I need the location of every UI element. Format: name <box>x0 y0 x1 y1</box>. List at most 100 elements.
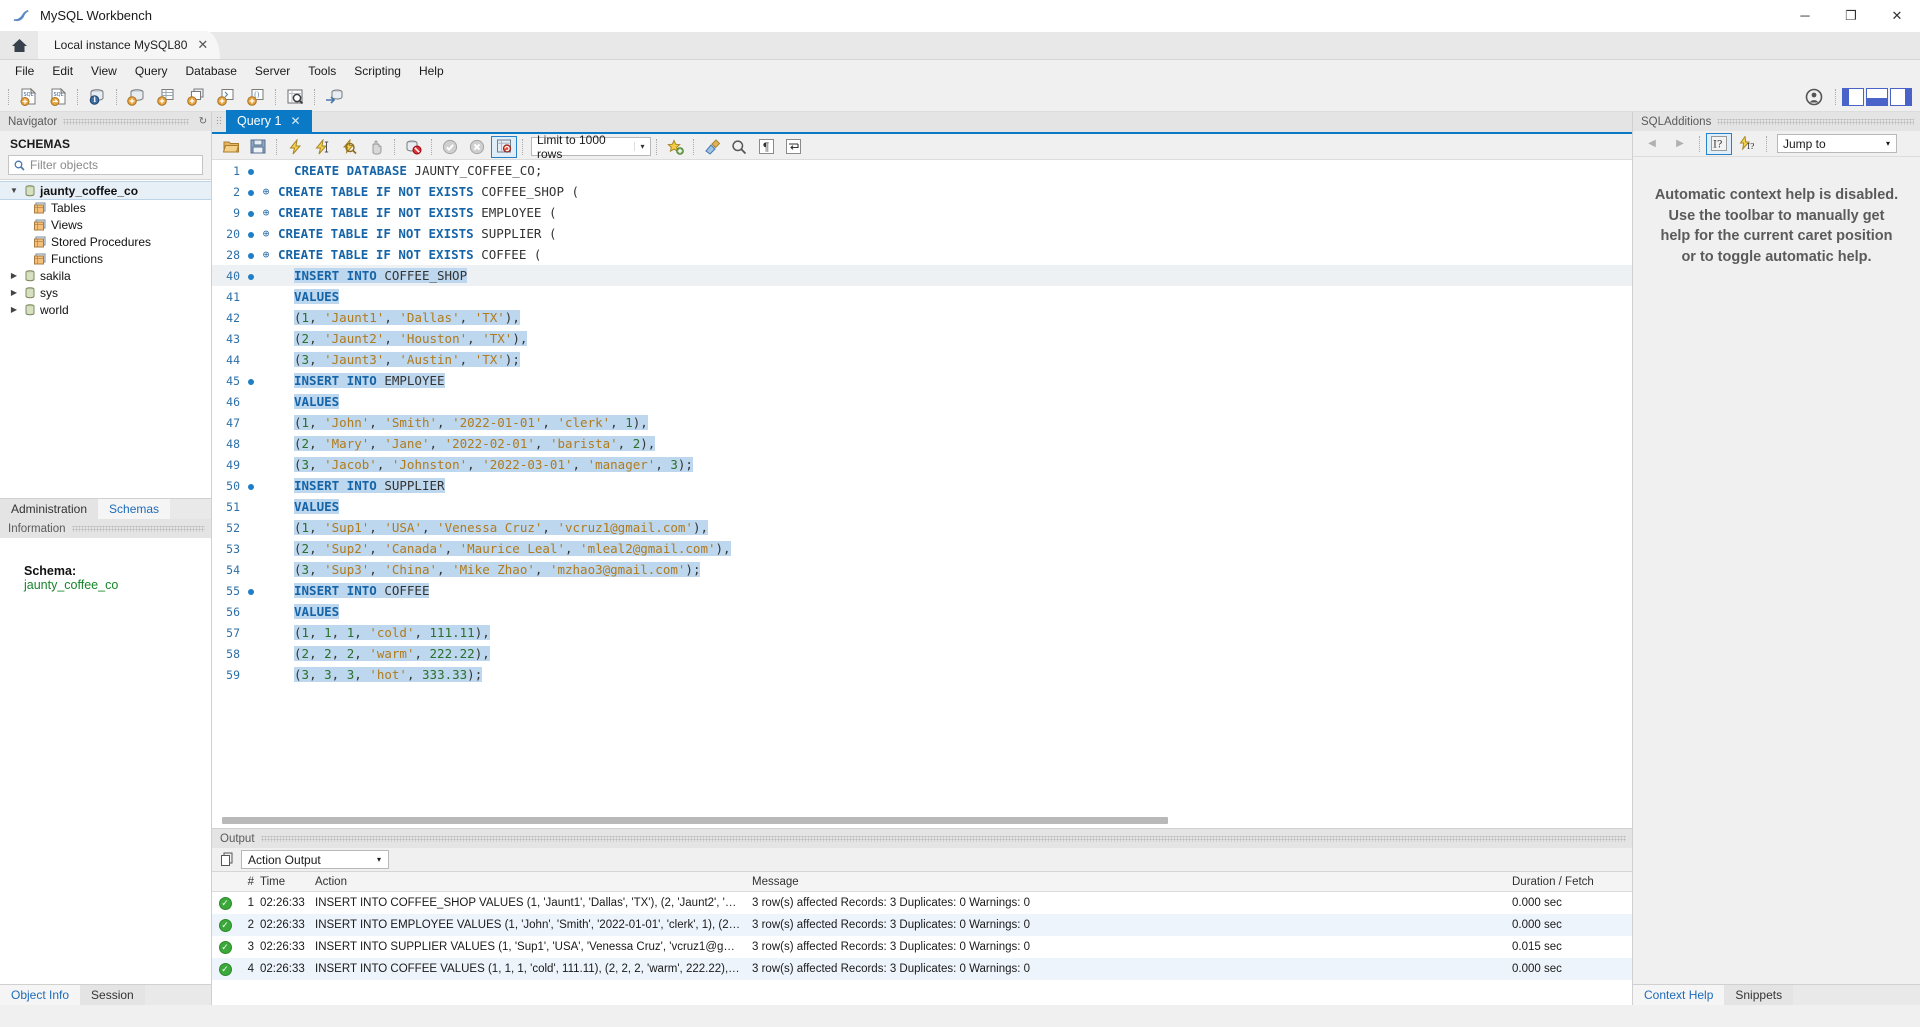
chevron-down-icon[interactable]: ▾ <box>1880 139 1896 148</box>
sql-code-editor[interactable]: 1 CREATE DATABASE JAUNTY_COFFEE_CO; 2 ⊕ CREA… <box>212 160 1632 829</box>
minimize-button[interactable]: ─ <box>1782 0 1828 32</box>
auto-context-help-icon[interactable]: I? <box>1734 133 1760 155</box>
editor-horizontal-scrollbar[interactable] <box>220 817 1632 826</box>
menu-scripting[interactable]: Scripting <box>345 62 410 80</box>
execute-statements-icon[interactable] <box>282 136 308 158</box>
code-line[interactable]: 56 VALUES <box>212 601 1632 622</box>
tree-item-stored-procedures[interactable]: Stored Procedures <box>0 233 211 250</box>
new-sql-tab-icon[interactable]: SQL <box>13 84 43 110</box>
user-account-icon[interactable] <box>1799 84 1829 110</box>
code-line[interactable]: 2 ⊕ CREATE TABLE IF NOT EXISTS COFFEE_SHOP… <box>212 181 1632 202</box>
statement-marker-icon[interactable] <box>244 184 258 199</box>
execute-current-statement-icon[interactable] <box>309 136 335 158</box>
scrollbar-thumb[interactable] <box>222 817 1169 824</box>
clear-query-icon[interactable] <box>699 136 725 158</box>
output-row[interactable]: ✓ 3 02:26:33 INSERT INTO SUPPLIER VALUES (1… <box>212 936 1632 958</box>
open-sql-script-icon[interactable]: SQL <box>43 84 73 110</box>
output-type-select[interactable]: Action Output ▾ <box>241 850 389 869</box>
code-line[interactable]: 54 (3, 'Sup3', 'China', 'Mike Zhao', 'mzh… <box>212 559 1632 580</box>
code-line[interactable]: 48 (2, 'Mary', 'Jane', '2022-02-01', 'bar… <box>212 433 1632 454</box>
tab-session[interactable]: Session <box>80 985 145 1005</box>
tab-context-help[interactable]: Context Help <box>1633 985 1725 1005</box>
jump-to-select[interactable]: Jump to ▾ <box>1777 134 1897 153</box>
maximize-button[interactable]: ❐ <box>1828 0 1874 32</box>
code-line[interactable]: 49 (3, 'Jacob', 'Johnston', '2022-03-01',… <box>212 454 1632 475</box>
code-line[interactable]: 42 (1, 'Jaunt1', 'Dallas', 'TX'), <box>212 307 1632 328</box>
code-line[interactable]: 43 (2, 'Jaunt2', 'Houston', 'TX'), <box>212 328 1632 349</box>
limit-rows-select[interactable]: Limit to 1000 rows ▾ <box>531 133 651 161</box>
beautify-query-icon[interactable] <box>662 136 688 158</box>
menu-file[interactable]: File <box>6 62 43 80</box>
statement-marker-icon[interactable] <box>244 163 258 178</box>
server-status-icon[interactable]: i <box>82 84 112 110</box>
action-output-table[interactable]: # Time Action Message Duration / Fetch ✓… <box>212 871 1632 1005</box>
close-icon[interactable]: ✕ <box>290 114 300 128</box>
refresh-icon[interactable]: ↻ <box>195 116 211 127</box>
menu-server[interactable]: Server <box>246 62 299 80</box>
chevron-right-icon[interactable]: ▶ <box>8 271 20 280</box>
statement-marker-icon[interactable] <box>244 268 258 283</box>
tab-local-instance-mysql80[interactable]: Local instance MySQL80 ✕ <box>38 31 221 59</box>
statement-marker-icon[interactable] <box>244 247 258 262</box>
new-view-icon[interactable] <box>181 84 211 110</box>
code-line[interactable]: 44 (3, 'Jaunt3', 'Austin', 'TX'); <box>212 349 1632 370</box>
code-line[interactable]: 53 (2, 'Sup2', 'Canada', 'Maurice Leal', … <box>212 538 1632 559</box>
new-procedure-icon[interactable] <box>211 84 241 110</box>
code-line[interactable]: 59 (3, 3, 3, 'hot', 333.33); <box>212 664 1632 685</box>
tree-item-sakila[interactable]: ▶ sakila <box>0 267 211 284</box>
reconnect-server-icon[interactable] <box>319 84 349 110</box>
tree-item-world[interactable]: ▶ world <box>0 301 211 318</box>
filter-objects-box[interactable]: Filter objects <box>8 155 203 175</box>
new-function-icon[interactable]: () <box>241 84 271 110</box>
output-row[interactable]: ✓ 4 02:26:33 INSERT INTO COFFEE VALUES (1, … <box>212 958 1632 980</box>
tab-administration[interactable]: Administration <box>0 499 99 519</box>
tabstrip-grip[interactable] <box>212 110 226 132</box>
search-data-icon[interactable] <box>280 84 310 110</box>
fold-expand-icon[interactable]: ⊕ <box>258 227 274 240</box>
output-row[interactable]: ✓ 2 02:26:33 INSERT INTO EMPLOYEE VALUES (1… <box>212 914 1632 936</box>
tab-object-info[interactable]: Object Info <box>0 985 81 1005</box>
statement-marker-icon[interactable] <box>244 583 258 598</box>
find-icon[interactable] <box>726 136 752 158</box>
code-line[interactable]: 41 VALUES <box>212 286 1632 307</box>
close-icon[interactable]: ✕ <box>197 37 208 53</box>
fold-expand-icon[interactable]: ⊕ <box>258 185 274 198</box>
chevron-down-icon[interactable]: ▼ <box>8 186 20 195</box>
toggle-stop-on-error-icon[interactable] <box>400 136 426 158</box>
copy-icon[interactable] <box>220 852 235 867</box>
open-script-icon[interactable] <box>218 136 244 158</box>
code-line[interactable]: 47 (1, 'John', 'Smith', '2022-01-01', 'cl… <box>212 412 1632 433</box>
output-row[interactable]: ✓ 1 02:26:33 INSERT INTO COFFEE_SHOP VALUES… <box>212 892 1632 914</box>
chevron-right-icon[interactable]: ▶ <box>8 305 20 314</box>
code-line[interactable]: 40 INSERT INTO COFFEE_SHOP <box>212 265 1632 286</box>
statement-marker-icon[interactable] <box>244 478 258 493</box>
close-button[interactable]: ✕ <box>1874 0 1920 32</box>
code-line[interactable]: 46 VALUES <box>212 391 1632 412</box>
menu-view[interactable]: View <box>82 62 126 80</box>
tree-item-jaunty-coffee-co[interactable]: ▼ jaunty_coffee_co <box>0 181 211 200</box>
code-line[interactable]: 20 ⊕ CREATE TABLE IF NOT EXISTS SUPPLIER ( <box>212 223 1632 244</box>
explain-statement-icon[interactable] <box>336 136 362 158</box>
statement-marker-icon[interactable] <box>244 373 258 388</box>
menu-edit[interactable]: Edit <box>43 62 82 80</box>
menu-query[interactable]: Query <box>126 62 177 80</box>
tree-item-tables[interactable]: Tables <box>0 199 211 216</box>
rollback-transaction-icon[interactable] <box>464 136 490 158</box>
code-line[interactable]: 52 (1, 'Sup1', 'USA', 'Venessa Cruz', 'vc… <box>212 517 1632 538</box>
menu-help[interactable]: Help <box>410 62 453 80</box>
wrap-lines-icon[interactable] <box>780 136 806 158</box>
code-line[interactable]: 9 ⊕ CREATE TABLE IF NOT EXISTS EMPLOYEE ( <box>212 202 1632 223</box>
commit-transaction-icon[interactable] <box>437 136 463 158</box>
toggle-autocommit-icon[interactable] <box>491 135 517 158</box>
home-tab[interactable] <box>0 31 38 59</box>
fold-expand-icon[interactable]: ⊕ <box>258 248 274 261</box>
forward-arrow-icon[interactable]: ▶ <box>1667 133 1693 155</box>
schema-tree[interactable]: ▼ jaunty_coffee_co Tables Views Stored P… <box>0 179 211 498</box>
toggle-sidebar-icon[interactable] <box>1842 87 1864 106</box>
tree-item-functions[interactable]: Functions <box>0 250 211 267</box>
new-table-icon[interactable] <box>151 84 181 110</box>
code-line[interactable]: 55 INSERT INTO COFFEE <box>212 580 1632 601</box>
chevron-down-icon[interactable]: ▾ <box>370 855 388 864</box>
menu-database[interactable]: Database <box>177 62 246 80</box>
new-schema-icon[interactable] <box>121 84 151 110</box>
